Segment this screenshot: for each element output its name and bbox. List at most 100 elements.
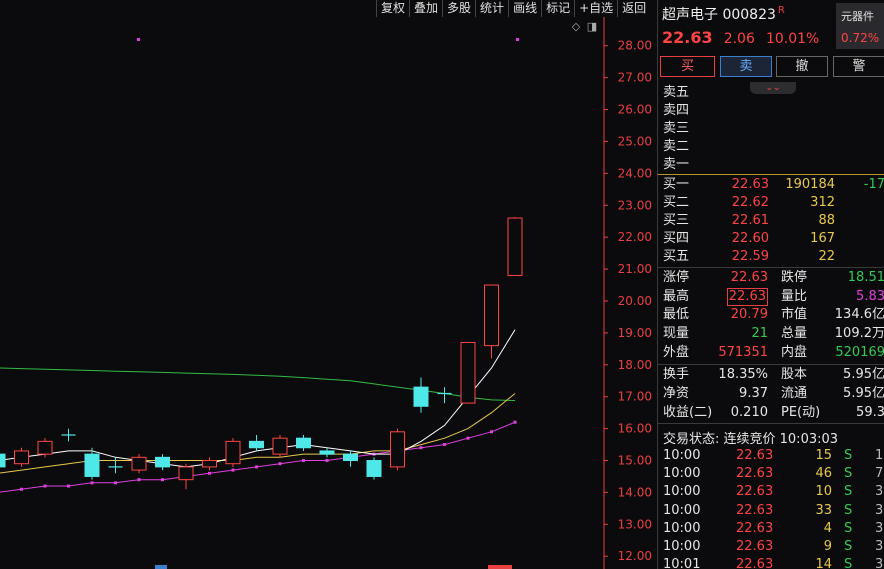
sell-button[interactable]: 卖 [720, 56, 772, 77]
candle-down[interactable] [84, 453, 100, 477]
cancel-order-button[interactable]: 撤 [776, 56, 828, 77]
tick-row[interactable]: 10:00 22.63 10 S 3 [658, 483, 884, 501]
candle-up[interactable] [225, 440, 241, 465]
candle-up[interactable] [460, 341, 476, 404]
candle-up[interactable] [507, 217, 523, 276]
tick-volume: 14 [815, 557, 832, 569]
ask-row[interactable]: 卖五 [658, 84, 884, 102]
tick-count: 3 [875, 557, 884, 569]
toolbar-item[interactable]: 画线 [508, 0, 541, 17]
ask-row[interactable]: 卖四 [658, 102, 884, 120]
stat-value: 520169 [835, 345, 884, 360]
tick-time: 10:01 [663, 557, 701, 569]
candle-down[interactable] [249, 440, 264, 449]
toolbar-item[interactable]: 统计 [475, 0, 508, 17]
ma20-line-point [43, 484, 47, 488]
toolbar-item[interactable]: 返回 [617, 0, 650, 17]
candlestick-chart[interactable]: 28.00 27.00 26.00 25.00 24.00 23.00 22.00 21.00… [0, 17, 656, 569]
candle-down[interactable] [319, 450, 335, 455]
window-toggle-icon[interactable]: ◨ [586, 21, 598, 33]
candle-up[interactable] [202, 460, 217, 468]
tick-volume: 10 [815, 484, 832, 500]
tick-count: 3 [875, 539, 884, 554]
tick-price: 22.63 [736, 448, 774, 463]
toolbar-item[interactable]: +自选 [574, 0, 617, 17]
tick-price: 22.63 [736, 557, 774, 569]
toolbar-item[interactable]: 复权 [376, 0, 409, 17]
diamond-icon[interactable]: ◇ [570, 21, 582, 33]
y-tick-label: 28.00 [618, 39, 652, 53]
last-price: 22.63 [662, 28, 713, 47]
tick-row[interactable]: 10:00 22.63 46 S 7 [658, 465, 884, 483]
candlestick-chart-area[interactable]: 28.00 27.00 26.00 25.00 24.00 23.00 22.00 21.00… [0, 17, 656, 569]
stat-row: 最高 22.63 量比 5.83 [658, 288, 884, 306]
stat-label: 涨停 [663, 270, 690, 285]
candle-up[interactable] [390, 431, 405, 468]
ma20-line-point [67, 484, 70, 488]
bid-label: 买二 [663, 195, 690, 210]
candle-down[interactable] [413, 386, 429, 407]
candle-up[interactable] [14, 450, 29, 465]
y-tick-label: 20.00 [618, 294, 652, 308]
bid-price: 22.62 [731, 195, 769, 210]
toolbar-item[interactable]: 标记 [541, 0, 574, 17]
ma20-line-point [302, 459, 305, 463]
tick-row[interactable]: 10:00 22.63 4 S 3 [658, 520, 884, 538]
tick-count: 3 [875, 520, 884, 536]
tick-row[interactable]: 10:00 22.63 15 S 1 [658, 447, 884, 465]
candle-down[interactable] [155, 456, 170, 468]
bid-row[interactable]: 买四 22.60 167 [658, 230, 884, 248]
ma10-line [0, 393, 516, 474]
candle-down[interactable] [343, 453, 358, 462]
bid-row[interactable]: 买三 22.61 88 [658, 212, 884, 230]
y-tick-label: 13.00 [618, 517, 652, 531]
candle-up[interactable] [37, 440, 53, 455]
tick-row[interactable]: 10:01 22.63 14 S 3 [658, 556, 884, 569]
sector-box[interactable]: 元器件 0.72% [836, 3, 884, 49]
toolbar-item[interactable]: 多股 [442, 0, 475, 17]
tick-count: 7 [875, 466, 884, 482]
tick-row[interactable]: 10:00 22.63 33 S 3 [658, 502, 884, 520]
ma20-line-point [490, 430, 493, 434]
tick-count: 1 [875, 448, 884, 463]
y-tick-label: 15.00 [618, 454, 652, 468]
stat-value: 21 [751, 326, 768, 341]
top-toolbar: 复权 叠加 多股 统计 画线 标记 +自选 返回 [376, 0, 650, 17]
tick-price: 22.63 [736, 520, 774, 536]
stat-label: 量比 [781, 289, 808, 304]
candle-up[interactable] [131, 456, 147, 471]
candle-down[interactable] [0, 453, 6, 468]
y-tick-label: 21.00 [618, 262, 652, 276]
y-tick-label: 12.00 [618, 549, 652, 563]
candle-up[interactable] [272, 437, 288, 455]
bid-price: 22.60 [731, 231, 769, 246]
tick-volume: 15 [815, 448, 832, 463]
bid-row[interactable]: 买五 22.59 22 [658, 248, 884, 266]
bid-row[interactable]: 买二 22.62 312 [658, 194, 884, 212]
stock-name-code: 超声电子 000823 [662, 7, 776, 23]
stat-label: 最高 [663, 289, 690, 304]
candle-down[interactable] [366, 460, 382, 477]
y-tick-label: 17.00 [618, 390, 652, 404]
ask-row[interactable]: 卖二 [658, 138, 884, 156]
candle-up[interactable] [484, 284, 499, 347]
stat-value: 22.63 [730, 270, 768, 285]
candle-down[interactable] [296, 437, 311, 449]
bid-row[interactable]: 买一 22.63 190184 -17 [658, 176, 884, 194]
tick-row[interactable]: 10:00 22.63 9 S 3 [658, 538, 884, 556]
y-tick-label: 27.00 [618, 71, 652, 85]
alert-button[interactable]: 警 [833, 56, 884, 77]
buy-button[interactable]: 买 [660, 56, 715, 77]
stat-row: 涨停 22.63 跌停 18.51 [658, 269, 884, 287]
stat-value: 20.79 [730, 307, 768, 322]
ma20-line-point [114, 481, 117, 485]
ask-row[interactable]: 卖一 [658, 156, 884, 174]
stat-value: 5.83 [856, 289, 884, 304]
sector-change-pct: 0.72% [841, 31, 880, 45]
tick-price: 22.63 [736, 466, 774, 482]
toolbar-item[interactable]: 叠加 [409, 0, 442, 17]
ma20-line-point [231, 468, 235, 472]
bid-volume: 190184 [785, 177, 835, 192]
ask-row[interactable]: 卖三 [658, 120, 884, 138]
candle-up[interactable] [178, 466, 194, 481]
